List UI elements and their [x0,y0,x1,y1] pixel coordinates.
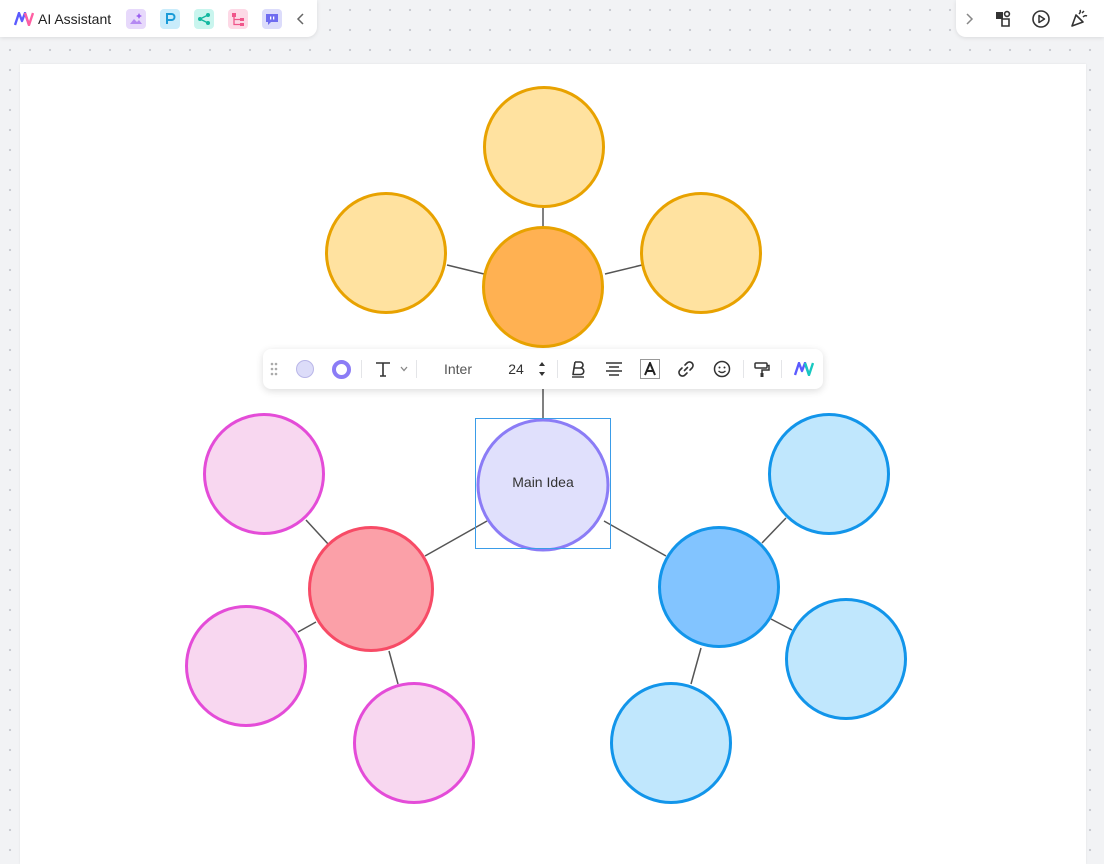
emoji-button[interactable] [709,349,735,389]
format-toolbar: Inter 24 [263,349,823,389]
chevron-left-icon [297,12,304,25]
blue-leaf-node-bottom[interactable] [610,682,732,804]
bold-button[interactable] [565,349,591,389]
text-color-button[interactable] [637,349,663,389]
ai-logo-icon [14,11,34,26]
font-size-value: 24 [508,361,524,377]
shapes-icon [996,10,1011,27]
play-circle-icon [1032,9,1050,28]
ai-mindmap-button[interactable] [194,8,215,29]
blue-leaf-node-top[interactable] [768,413,890,535]
connector-blue-right [770,618,793,631]
bold-icon [572,361,585,378]
fill-color-button[interactable] [291,349,319,389]
red-hub-node[interactable] [308,526,434,652]
connector-red-bottom [388,650,399,685]
ai-chat-icon [266,13,279,25]
ai-image-icon [130,12,143,24]
ai-assistant-format-button[interactable] [791,349,817,389]
ai-assistant-label: AI Assistant [38,10,112,27]
pink-leaf-node-left[interactable] [185,605,307,727]
align-button[interactable] [601,349,627,389]
orange-leaf-node-top[interactable] [483,86,605,208]
ai-presentation-icon [166,12,176,24]
ai-mindmap-icon [198,12,211,25]
font-family-select[interactable]: Inter [433,349,483,389]
ai-chat-button[interactable] [262,8,283,29]
link-icon [678,361,694,377]
font-size-stepper[interactable] [535,349,549,389]
fill-color-swatch [296,360,314,378]
ai-assistant-button[interactable]: AI Assistant [14,7,111,31]
shapes-panel-button[interactable] [992,8,1014,30]
connector-center-blue [603,520,667,557]
text-style-dropdown[interactable] [369,349,413,389]
expand-toolbar-button[interactable] [964,12,974,25]
collapse-toolbar-button[interactable] [296,12,306,25]
connector-blue-top [761,517,787,544]
orange-hub-node[interactable] [482,226,604,348]
separator [416,360,417,378]
connector-blue-bottom [690,647,702,685]
pink-leaf-node-bottom[interactable] [353,682,475,804]
emoji-icon [713,360,731,378]
drag-handle[interactable] [265,349,283,389]
connector-orange-left [446,264,485,275]
connector-red-topleft [305,519,330,546]
connector-orange-right [604,264,643,275]
border-color-swatch [331,359,351,379]
blue-leaf-node-right[interactable] [785,598,907,720]
chevron-down-icon [400,366,407,372]
ai-toolbar: AI Assistant [0,0,317,37]
increase-icon[interactable] [538,361,546,367]
orange-leaf-node-left[interactable] [325,192,447,314]
celebrate-button[interactable] [1068,8,1090,30]
separator [743,360,744,378]
mindmap-diagram[interactable] [0,0,1104,858]
orange-leaf-node-right[interactable] [640,192,762,314]
text-type-icon [375,362,390,377]
ai-flowchart-button[interactable] [228,8,249,29]
separator [557,360,558,378]
decrease-icon[interactable] [538,371,546,377]
connector-center-red [424,520,488,557]
party-popper-icon [1071,9,1088,27]
separator [361,360,362,378]
pink-leaf-node-top[interactable] [203,413,325,535]
format-painter-icon [754,362,770,377]
ai-flowchart-icon [232,12,245,26]
center-node-label[interactable]: Main Idea [478,474,608,490]
border-color-button[interactable] [327,349,355,389]
connector-red-bottomleft [297,621,317,633]
ai-logo-icon [794,362,814,376]
align-center-icon [606,362,622,376]
right-toolbar [956,0,1104,37]
text-color-icon [640,359,660,379]
ai-image-button[interactable] [126,8,147,29]
separator [781,360,782,378]
blue-hub-node[interactable] [658,526,780,648]
link-button[interactable] [673,349,699,389]
font-family-value: Inter [443,361,472,377]
chevron-right-icon [966,12,974,25]
present-button[interactable] [1030,8,1052,30]
drag-handle-icon [270,362,278,376]
ai-presentation-button[interactable] [160,8,181,29]
format-painter-button[interactable] [749,349,775,389]
font-size-input[interactable]: 24 [499,349,533,389]
